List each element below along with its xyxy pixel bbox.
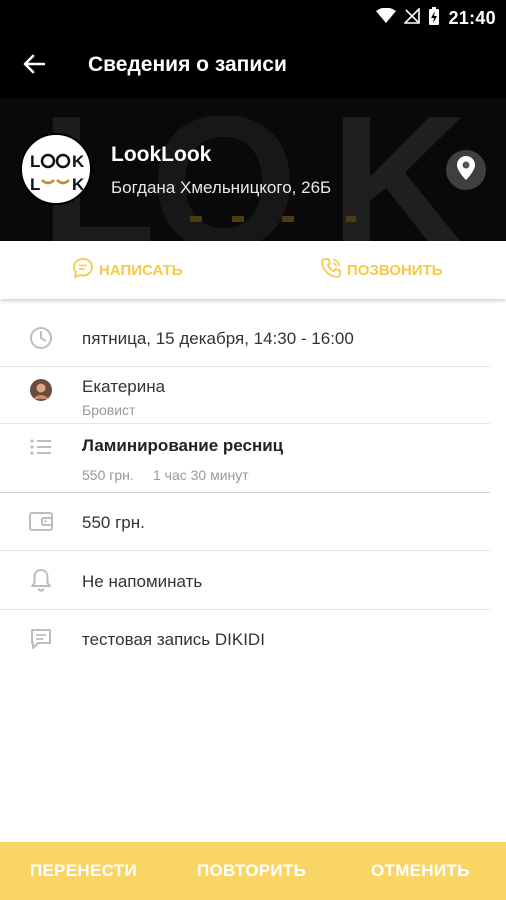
svg-text:K: K — [72, 175, 85, 194]
write-button[interactable]: НАПИСАТЬ — [72, 241, 183, 299]
repeat-button[interactable]: ПОВТОРИТЬ — [197, 842, 306, 900]
datetime-row: пятница, 15 декабря, 14:30 - 16:00 — [0, 310, 506, 367]
master-role: Бровист — [82, 402, 136, 418]
avatar — [28, 377, 54, 403]
call-button-label: ПОЗВОНИТЬ — [347, 261, 443, 279]
cancel-button[interactable]: ОТМЕНИТЬ — [371, 842, 470, 900]
wifi-icon — [376, 7, 397, 29]
status-bar: 21:40 — [0, 0, 506, 34]
reminder-row[interactable]: Не напоминать — [0, 551, 506, 609]
location-pin-icon — [457, 155, 475, 185]
wallet-icon — [28, 508, 54, 534]
battery-charging-icon — [428, 6, 440, 31]
appointment-datetime: пятница, 15 декабря, 14:30 - 16:00 — [82, 329, 354, 348]
total-price: 550 грн. — [82, 513, 145, 532]
reschedule-button[interactable]: ПЕРЕНЕСТИ — [30, 842, 137, 900]
service-row: Ламинирование ресниц 550 грн. 1 час 30 м… — [0, 424, 506, 492]
total-row: 550 грн. — [0, 493, 506, 550]
page-title: Сведения о записи — [88, 53, 287, 76]
appointment-comment: тестовая запись DIKIDI — [82, 630, 265, 649]
list-icon — [28, 434, 54, 460]
salon-name: LookLook — [111, 143, 212, 166]
service-name: Ламинирование ресниц — [82, 436, 284, 455]
svg-text:K: K — [72, 152, 85, 171]
service-duration: 1 час 30 минут — [153, 467, 249, 483]
arrow-left-icon — [23, 54, 46, 79]
salon-logo[interactable]: L K L K — [20, 133, 92, 205]
comment-icon — [28, 626, 54, 652]
call-button[interactable]: ПОЗВОНИТЬ — [320, 241, 443, 299]
master-row[interactable]: Екатерина Бровист — [0, 367, 506, 423]
clock-icon — [28, 325, 54, 351]
service-price: 550 грн. — [82, 467, 134, 483]
write-button-label: НАПИСАТЬ — [99, 261, 183, 279]
comment-row: тестовая запись DIKIDI — [0, 610, 506, 668]
chat-bubble-icon — [72, 257, 94, 283]
back-button[interactable] — [16, 48, 52, 84]
map-button[interactable] — [446, 150, 486, 190]
bell-icon — [28, 567, 54, 593]
master-name: Екатерина — [82, 377, 166, 396]
svg-text:L: L — [30, 152, 40, 171]
salon-header: O K L L K L K LookLook Богдана Хмельницк… — [0, 98, 506, 241]
status-icons: 21:40 — [376, 6, 496, 31]
status-time: 21:40 — [448, 8, 496, 28]
no-signal-icon — [403, 7, 421, 29]
salon-address: Богдана Хмельницкого, 26Б — [111, 178, 332, 197]
reminder-setting: Не напоминать — [82, 572, 203, 591]
phone-icon — [320, 257, 342, 283]
bottom-action-bar: ПЕРЕНЕСТИ ПОВТОРИТЬ ОТМЕНИТЬ — [0, 842, 506, 900]
svg-text:L: L — [30, 175, 40, 194]
app-bar: Сведения о записи — [0, 34, 506, 98]
contact-actions: НАПИСАТЬ ПОЗВОНИТЬ — [0, 241, 506, 299]
